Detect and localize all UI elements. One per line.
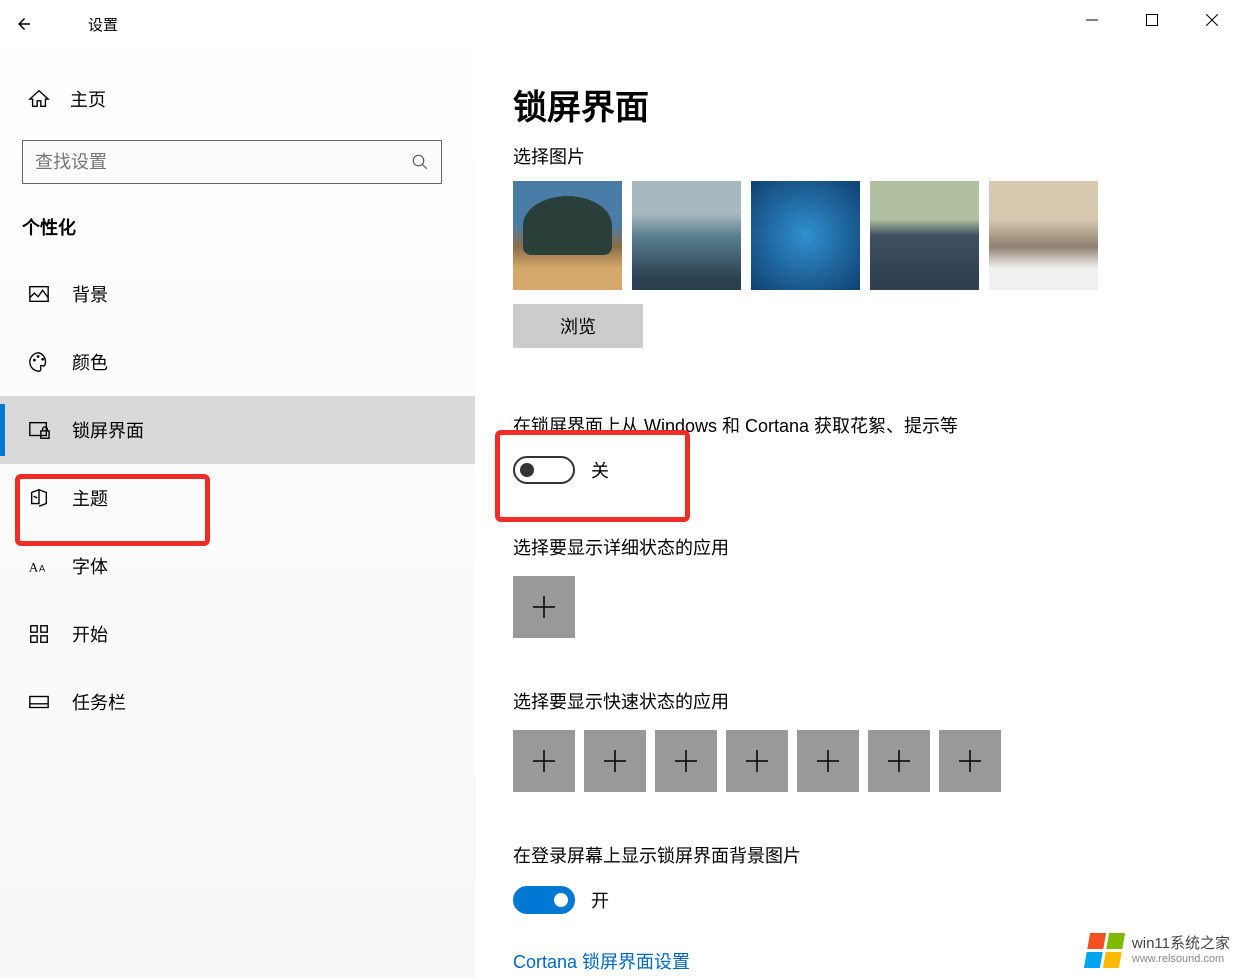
plus-icon: [675, 750, 697, 772]
signin-toggle[interactable]: [513, 886, 575, 914]
content-area: 锁屏界面 选择图片 浏览 在锁屏界面上从 Windows 和 Cortana 获…: [475, 48, 1242, 978]
detail-app-label: 选择要显示详细状态的应用: [513, 534, 1242, 560]
nav-item-themes[interactable]: 主题: [0, 464, 475, 532]
plus-icon: [959, 750, 981, 772]
nav-label: 锁屏界面: [72, 417, 144, 443]
nav-item-colors[interactable]: 颜色: [0, 328, 475, 396]
nav-item-background[interactable]: 背景: [0, 260, 475, 328]
titlebar: 设置: [0, 0, 1242, 48]
start-icon: [28, 623, 50, 645]
picture-thumbnails: [513, 181, 1242, 290]
nav-item-fonts[interactable]: AA 字体: [0, 532, 475, 600]
picture-thumbnail[interactable]: [989, 181, 1098, 290]
add-quick-app-button[interactable]: [868, 730, 930, 792]
tips-toggle[interactable]: [513, 456, 575, 484]
nav-label: 字体: [72, 553, 108, 579]
add-quick-app-button[interactable]: [797, 730, 859, 792]
add-quick-app-button[interactable]: [939, 730, 1001, 792]
signin-toggle-state: 开: [591, 887, 609, 913]
home-label: 主页: [70, 86, 106, 112]
add-quick-app-button[interactable]: [584, 730, 646, 792]
window-controls: [1062, 0, 1242, 40]
palette-icon: [28, 351, 50, 373]
plus-icon: [604, 750, 626, 772]
picture-thumbnail[interactable]: [513, 181, 622, 290]
plus-icon: [533, 596, 555, 618]
maximize-icon: [1146, 14, 1158, 26]
window-title: 设置: [88, 14, 118, 35]
tips-label: 在锁屏界面上从 Windows 和 Cortana 获取花絮、提示等: [513, 412, 1242, 438]
select-picture-label: 选择图片: [513, 143, 1242, 169]
nav-label: 主题: [72, 485, 108, 511]
add-detail-app-button[interactable]: [513, 576, 575, 638]
browse-button[interactable]: 浏览: [513, 304, 643, 348]
search-input[interactable]: [35, 152, 411, 173]
back-button[interactable]: [0, 0, 48, 48]
plus-icon: [817, 750, 839, 772]
search-icon: [411, 153, 429, 171]
font-icon: AA: [28, 555, 50, 577]
signin-bg-label: 在登录屏幕上显示锁屏界面背景图片: [513, 842, 1242, 868]
page-title: 锁屏界面: [513, 80, 1242, 129]
maximize-button[interactable]: [1122, 0, 1182, 40]
minimize-icon: [1086, 14, 1098, 26]
watermark: win11系统之家 www.relsound.com: [1087, 933, 1230, 968]
picture-thumbnail[interactable]: [632, 181, 741, 290]
watermark-text: win11系统之家 www.relsound.com: [1132, 935, 1230, 966]
nav-label: 背景: [72, 281, 108, 307]
plus-icon: [533, 750, 555, 772]
search-box[interactable]: [22, 140, 442, 184]
taskbar-icon: [28, 691, 50, 713]
back-arrow-icon: [15, 15, 33, 33]
themes-icon: [28, 487, 50, 509]
lockscreen-icon: [28, 419, 50, 441]
add-quick-app-button[interactable]: [655, 730, 717, 792]
nav-label: 任务栏: [72, 689, 126, 715]
add-quick-app-button[interactable]: [726, 730, 788, 792]
nav-label: 颜色: [72, 349, 108, 375]
nav-item-lockscreen[interactable]: 锁屏界面: [0, 396, 475, 464]
section-header: 个性化: [0, 214, 475, 260]
svg-text:A: A: [29, 561, 39, 575]
svg-text:A: A: [39, 564, 46, 574]
signin-toggle-row: 开: [513, 886, 1242, 914]
watermark-url: www.relsound.com: [1132, 953, 1230, 966]
quick-app-row: [513, 730, 1242, 792]
nav-label: 开始: [72, 621, 108, 647]
nav-item-start[interactable]: 开始: [0, 600, 475, 668]
plus-icon: [888, 750, 910, 772]
home-nav[interactable]: 主页: [0, 76, 475, 122]
plus-icon: [746, 750, 768, 772]
tips-toggle-state: 关: [591, 457, 609, 483]
picture-thumbnail[interactable]: [751, 181, 860, 290]
tips-toggle-row: 关: [513, 456, 1242, 484]
nav-item-taskbar[interactable]: 任务栏: [0, 668, 475, 736]
minimize-button[interactable]: [1062, 0, 1122, 40]
picture-thumbnail[interactable]: [870, 181, 979, 290]
watermark-logo-icon: [1084, 933, 1125, 968]
quick-app-label: 选择要显示快速状态的应用: [513, 688, 1242, 714]
watermark-title: win11系统之家: [1132, 935, 1230, 953]
close-button[interactable]: [1182, 0, 1242, 40]
picture-icon: [28, 283, 50, 305]
sidebar: 主页 个性化 背景 颜色 锁屏界面 主题 AA 字体: [0, 48, 475, 978]
close-icon: [1206, 14, 1218, 26]
home-icon: [28, 88, 50, 110]
add-quick-app-button[interactable]: [513, 730, 575, 792]
